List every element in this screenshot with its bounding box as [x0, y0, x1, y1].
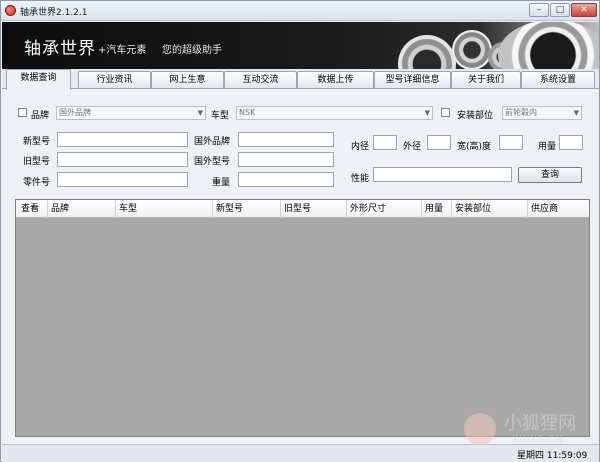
part-number-input[interactable] [57, 172, 188, 187]
tab-data-upload[interactable]: 数据上传 [297, 71, 374, 88]
outer-diameter-input[interactable] [427, 135, 451, 150]
width-label: 宽(高)度 [457, 142, 492, 152]
brand-checkbox[interactable] [18, 108, 27, 117]
old-model-input[interactable] [57, 152, 188, 167]
tab-data-query[interactable]: 数据查询 [6, 69, 71, 90]
title-bar: 轴承世界2.1.2.1 – □ ✕ [1, 1, 599, 21]
new-model-label: 新型号 [23, 137, 51, 147]
column-header-usage[interactable]: 用量 [422, 200, 452, 218]
brand-select[interactable]: 国外品牌 ▼ [56, 106, 206, 120]
tab-online-business[interactable]: 网上生意 [151, 71, 224, 88]
maximize-button[interactable]: □ [550, 3, 570, 17]
tab-system-settings[interactable]: 系统设置 [521, 71, 595, 88]
foreign-model-label: 国外型号 [194, 157, 231, 167]
install-position-checkbox[interactable] [441, 108, 450, 117]
banner-title: 轴承世界 [24, 39, 96, 59]
banner-subtitle: +汽车元素 [98, 45, 147, 56]
new-model-input[interactable] [57, 132, 188, 147]
brand-select-value: 国外品牌 [59, 108, 91, 117]
column-header-car-type[interactable]: 车型 [116, 200, 213, 218]
window-title: 轴承世界2.1.2.1 [20, 8, 88, 18]
foreign-brand-label: 国外品牌 [194, 137, 231, 147]
site-watermark: 小狐狸网 XIUXS.CN [464, 409, 594, 449]
grid-header: 查看 品牌 车型 新型号 旧型号 外形尺寸 用量 安装部位 供应商 [16, 200, 589, 218]
car-type-select[interactable]: NSK ▼ [236, 106, 433, 120]
status-clock: 星期四 11:59:09 [517, 451, 588, 461]
usage-label: 用量 [538, 142, 557, 152]
chevron-down-icon: ▼ [424, 109, 430, 117]
car-type-label: 车型 [211, 111, 230, 121]
foreign-model-input[interactable] [238, 152, 334, 167]
close-button[interactable]: ✕ [571, 3, 597, 17]
column-header-view[interactable]: 查看 [18, 200, 48, 218]
bearing-image [498, 22, 599, 69]
bearing-image [398, 35, 456, 69]
brand-label: 品牌 [31, 111, 50, 121]
tab-industry-news[interactable]: 行业资讯 [78, 71, 151, 88]
chevron-down-icon: ▼ [197, 109, 203, 117]
fox-logo-icon [464, 413, 496, 445]
inner-diameter-input[interactable] [373, 135, 397, 150]
foreign-brand-input[interactable] [238, 132, 334, 147]
outer-diameter-label: 外径 [403, 142, 422, 152]
tab-interaction[interactable]: 互动交流 [224, 71, 297, 88]
performance-label: 性能 [351, 174, 370, 184]
tab-model-details[interactable]: 型号详细信息 [374, 71, 451, 88]
header-banner: 轴承世界 +汽车元素 您的超级助手 [2, 22, 599, 69]
inner-diameter-label: 内径 [351, 142, 370, 152]
column-header-new-model[interactable]: 新型号 [213, 200, 281, 218]
install-position-label: 安装部位 [457, 111, 494, 121]
results-grid[interactable]: 查看 品牌 车型 新型号 旧型号 外形尺寸 用量 安装部位 供应商 [15, 199, 590, 437]
car-type-select-value: NSK [239, 108, 256, 117]
column-header-install-position[interactable]: 安装部位 [452, 200, 528, 218]
usage-input[interactable] [559, 135, 583, 150]
column-header-old-model[interactable]: 旧型号 [281, 200, 347, 218]
part-number-label: 零件号 [23, 178, 51, 188]
query-button[interactable]: 查询 [518, 167, 582, 183]
performance-input[interactable] [373, 167, 512, 182]
old-model-label: 旧型号 [23, 157, 51, 167]
column-header-brand[interactable]: 品牌 [48, 200, 116, 218]
status-bar: 星期四 11:59:09 [2, 444, 599, 462]
minimize-button[interactable]: – [529, 3, 549, 17]
weight-input[interactable] [238, 172, 334, 187]
column-header-supplier[interactable]: 供应商 [528, 200, 589, 218]
bearing-image [452, 30, 492, 69]
weight-label: 重量 [212, 178, 231, 188]
tab-bar: 数据查询 行业资讯 网上生意 互动交流 数据上传 型号详细信息 关于我们 系统设… [2, 69, 599, 90]
banner-slogan: 您的超级助手 [162, 45, 222, 56]
tab-about-us[interactable]: 关于我们 [451, 71, 521, 88]
query-form: 品牌 国外品牌 ▼ 车型 NSK ▼ 安装部位 前轮毂内 ▼ 新型号 国外品牌 … [2, 89, 599, 197]
install-position-select[interactable]: 前轮毂内 ▼ [502, 106, 582, 120]
column-header-dimensions[interactable]: 外形尺寸 [347, 200, 422, 218]
watermark-text: 小狐狸网 [504, 413, 576, 434]
chevron-down-icon: ▼ [573, 109, 579, 117]
app-window: 轴承世界2.1.2.1 – □ ✕ 轴承世界 +汽车元素 您的超级助手 数据查询… [0, 0, 600, 462]
width-input[interactable] [499, 135, 523, 150]
app-logo-icon [5, 5, 16, 16]
install-position-select-value: 前轮毂内 [505, 108, 537, 117]
